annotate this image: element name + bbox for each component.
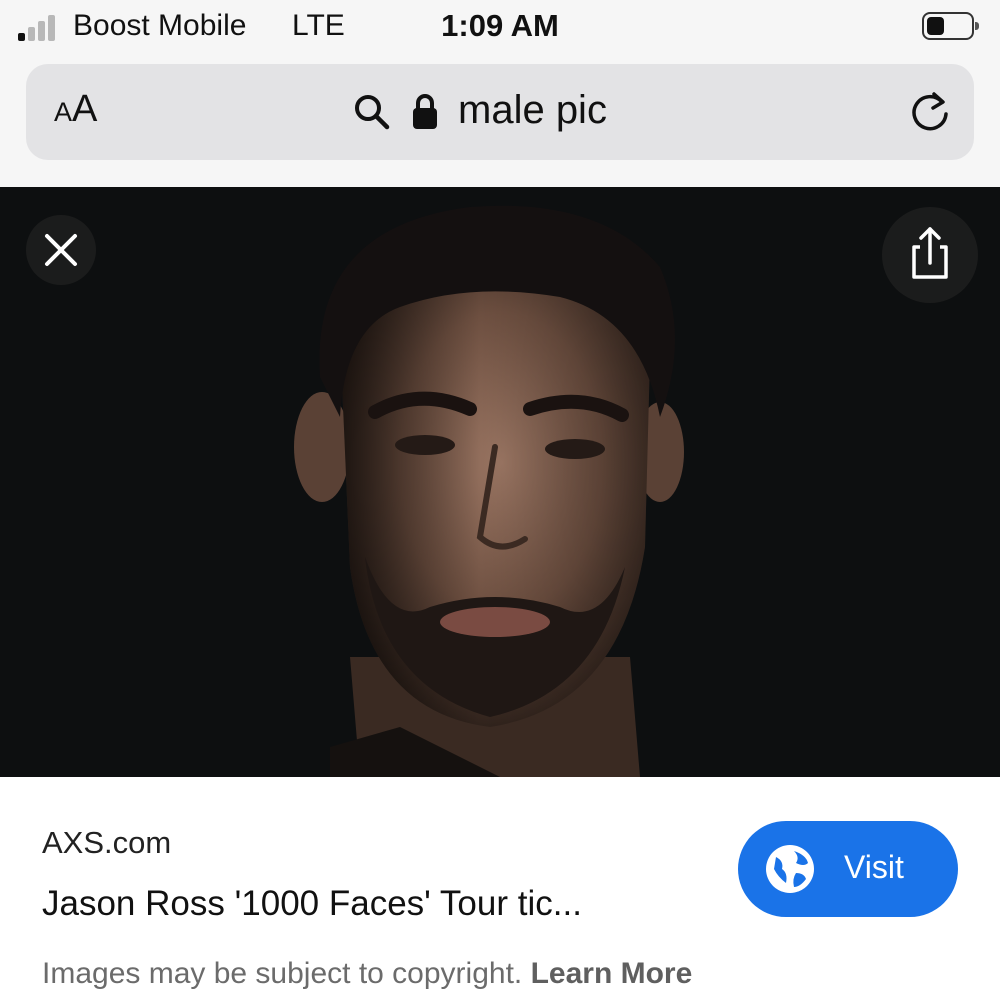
text-size-button[interactable]: AA bbox=[54, 88, 124, 136]
visit-label: Visit bbox=[844, 849, 904, 885]
text-size-small-glyph: A bbox=[54, 97, 73, 127]
address-bar[interactable]: AA male pic bbox=[26, 64, 974, 160]
battery-nub bbox=[975, 22, 979, 30]
lock-icon bbox=[413, 94, 437, 129]
source-domain[interactable]: AXS.com bbox=[42, 825, 171, 861]
url-field[interactable]: male pic bbox=[458, 88, 607, 133]
browser-chrome: Boost Mobile LTE 1:09 AM AA male pic bbox=[0, 0, 1000, 187]
reload-icon[interactable] bbox=[906, 88, 954, 136]
status-bar: Boost Mobile LTE 1:09 AM bbox=[0, 0, 1000, 56]
visit-button[interactable]: Visit bbox=[738, 821, 958, 917]
close-icon bbox=[45, 234, 77, 266]
close-button[interactable] bbox=[26, 215, 96, 285]
image-viewer[interactable] bbox=[0, 187, 1000, 777]
copyright-note: Images may be subject to copyright. Lear… bbox=[42, 957, 692, 991]
learn-more-link[interactable]: Learn More bbox=[531, 957, 693, 990]
text-size-big-glyph: A bbox=[72, 88, 98, 130]
share-icon bbox=[912, 227, 948, 279]
battery-level bbox=[927, 17, 944, 35]
battery-icon bbox=[922, 12, 979, 40]
globe-icon bbox=[766, 845, 814, 893]
result-info-panel: AXS.com Jason Ross '1000 Faces' Tour tic… bbox=[0, 777, 1000, 1000]
search-icon bbox=[355, 95, 390, 130]
share-button[interactable] bbox=[882, 207, 978, 303]
result-title[interactable]: Jason Ross '1000 Faces' Tour tic... bbox=[42, 884, 692, 924]
portrait-photo bbox=[0, 187, 1000, 777]
copyright-text: Images may be subject to copyright. bbox=[42, 957, 523, 990]
status-time: 1:09 AM bbox=[441, 8, 559, 43]
image-search-result-screen: Boost Mobile LTE 1:09 AM AA male pic AXS… bbox=[0, 0, 1000, 1000]
